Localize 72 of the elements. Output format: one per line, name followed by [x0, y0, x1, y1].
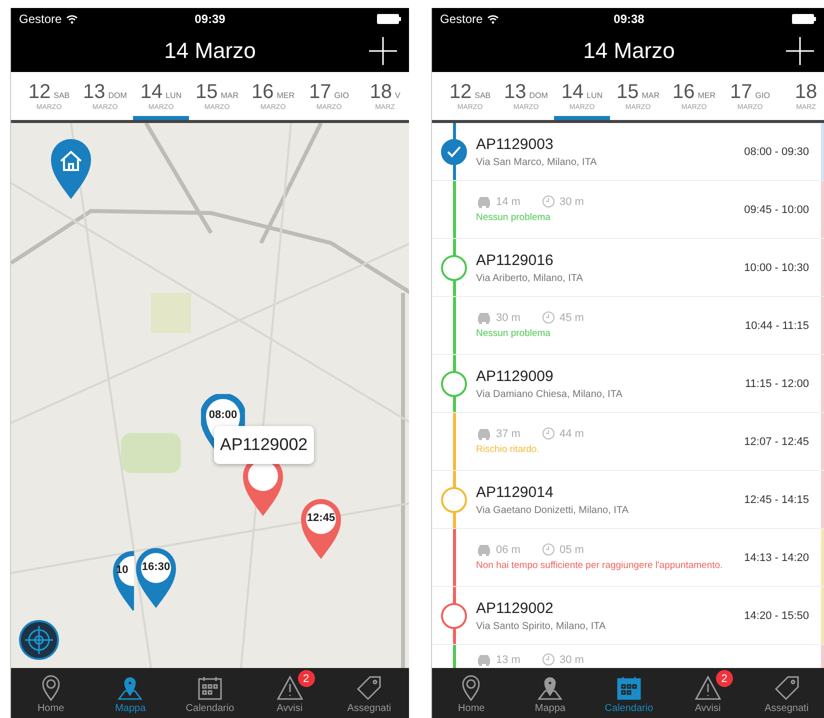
appointment-address: Via Gaetano Donizetti, Milano, ITA	[476, 504, 630, 516]
wait-time: 30 m	[559, 196, 584, 208]
time-range: 08:00 - 09:30	[744, 146, 809, 158]
appointment-address: Via San Marco, Milano, ITA	[476, 156, 598, 168]
appointment-address: Via Ariberto, Milano, ITA	[476, 272, 584, 284]
screen-title: 14 Marzo	[164, 38, 256, 64]
time-range: 12:07 - 12:45	[744, 436, 809, 448]
carrier-name: Gestore	[19, 12, 62, 26]
day-number: 14	[561, 81, 584, 104]
weekday: MER	[276, 91, 295, 100]
day-number: 13	[504, 81, 526, 104]
time-range: 10:00 - 10:30	[744, 262, 809, 274]
weekday: DOM	[108, 91, 127, 100]
day-number: 15	[616, 81, 639, 104]
weekday: LUN	[166, 91, 182, 100]
weekday: MAR	[220, 91, 239, 100]
time-range: 12:45 - 14:15	[744, 494, 809, 506]
pin-time: 12:45	[306, 512, 336, 524]
appointment-address: Via Santo Spirito, Milano, ITA	[476, 620, 607, 632]
weekday: SAB	[54, 91, 70, 100]
weekday: DOM	[529, 91, 548, 100]
appointment-code: AP1129014	[476, 484, 554, 500]
day-number: 17	[730, 81, 752, 104]
time-range: 09:45 - 10:00	[744, 204, 809, 216]
drive-time: 14 m	[496, 196, 520, 208]
travel-note: Nessun problema	[476, 212, 552, 224]
carrier-name: Gestore	[440, 12, 483, 26]
drive-time: 30 m	[496, 312, 520, 324]
weekday: LUN	[586, 91, 603, 100]
wait-time: 45 m	[559, 312, 584, 324]
time-range: 14:13 - 14:20	[744, 552, 809, 564]
travel-note: Non hai tempo sufficiente per raggiungere l'appuntamento.	[476, 560, 724, 572]
appointment-code: AP1129003	[476, 136, 554, 152]
day-number: 12	[28, 81, 51, 104]
status-time: 09:39	[194, 12, 226, 26]
time-range: 14:20 - 15:50	[744, 610, 809, 622]
day-number: 13	[83, 81, 106, 104]
appointment-code: AP1129009	[476, 368, 554, 384]
weekday: V	[394, 91, 400, 100]
drive-time: 37 m	[496, 428, 520, 440]
appointment-address: Via Damiano Chiesa, Milano, ITA	[476, 388, 624, 400]
time-range: 11:15 - 12:00	[744, 378, 809, 390]
travel-note: Rischio ritardo.	[476, 444, 540, 456]
travel-note: Nessun problema	[476, 328, 552, 340]
weekday: SAB	[474, 91, 491, 100]
weekday: GIO	[334, 91, 349, 100]
pin-time: 08:00	[208, 409, 238, 421]
day-number: 18	[370, 81, 392, 104]
pin-time: 16:30	[140, 561, 172, 573]
day-number: 15	[195, 81, 218, 104]
notification-badge: 2	[716, 670, 733, 687]
drive-time: 06 m	[496, 544, 520, 556]
status-time: 09:38	[614, 12, 644, 26]
weekday: MAR	[642, 91, 660, 100]
wait-time: 30 m	[559, 654, 584, 666]
day-number: 12	[449, 81, 472, 104]
screen-title: 14 Marzo	[583, 38, 675, 64]
day-number: 16	[672, 81, 695, 104]
pin-tooltip: AP1129002	[214, 426, 314, 464]
time-range: 10:44 - 11:15	[744, 320, 809, 332]
day-number: 14	[140, 81, 163, 104]
weekday: MER	[698, 91, 716, 100]
day-number: 16	[251, 81, 274, 104]
weekday: GIO	[755, 91, 770, 100]
day-number: 17	[309, 81, 332, 104]
appointment-code: AP1129002	[476, 600, 554, 616]
appointment-code: AP1129016	[476, 252, 554, 268]
wait-time: 05 m	[559, 544, 584, 556]
day-number: 18	[794, 81, 818, 104]
drive-time: 13 m	[496, 654, 520, 666]
notification-badge: 2	[298, 670, 315, 687]
wait-time: 44 m	[559, 428, 584, 440]
